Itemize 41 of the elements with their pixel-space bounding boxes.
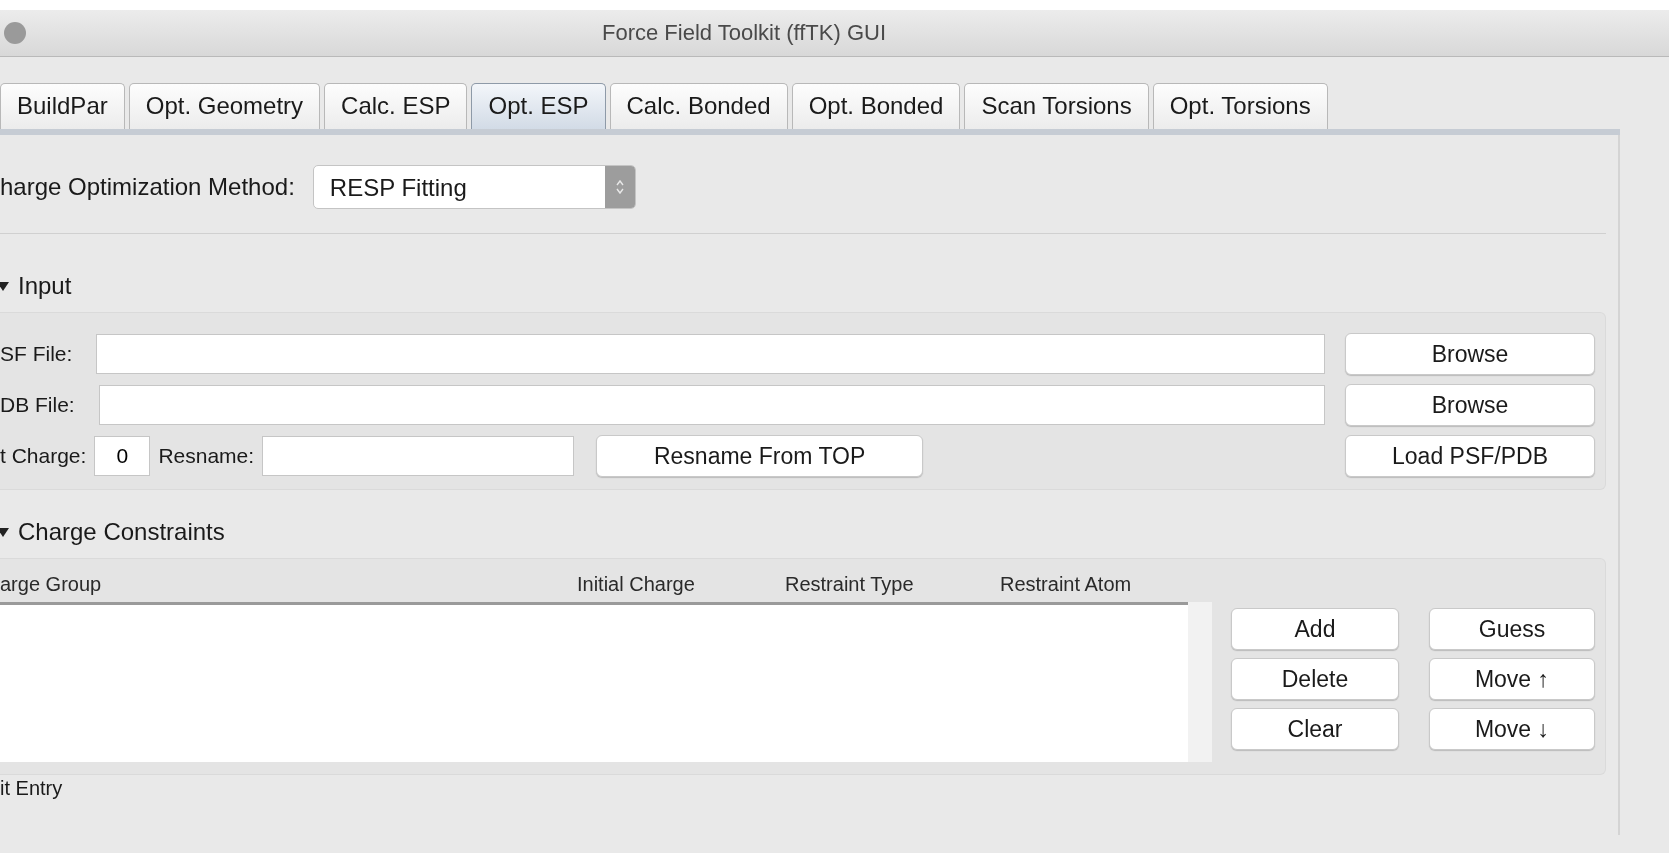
table-action-button[interactable]: Move ↑ <box>1429 658 1595 700</box>
field-label: Resname: <box>158 444 255 468</box>
load-button[interactable]: Load PSF/PDB <box>1345 435 1595 477</box>
tab[interactable]: Opt. Torsions <box>1152 83 1328 129</box>
table-action-button[interactable]: Move ↓ <box>1429 708 1595 750</box>
window-title: Force Field Toolkit (ffTK) GUI <box>602 20 887 46</box>
column-header[interactable]: Restraint Type <box>785 573 1000 596</box>
method-label: harge Optimization Method: <box>0 173 295 201</box>
section-title: Input <box>18 272 72 300</box>
table-action-button[interactable]: Delete <box>1231 658 1399 700</box>
tab[interactable]: Calc. ESP <box>324 83 468 129</box>
tab[interactable]: Opt. ESP <box>471 83 606 129</box>
tab[interactable]: Scan Torsions <box>964 83 1149 129</box>
method-dropdown[interactable]: RESP Fitting <box>312 165 636 209</box>
file-path-field[interactable] <box>98 385 1325 425</box>
constraints-table[interactable] <box>0 602 1189 762</box>
resname-field[interactable] <box>262 436 575 476</box>
table-action-button[interactable]: Guess <box>1429 608 1595 650</box>
window-button[interactable] <box>4 22 26 44</box>
tab[interactable]: Opt. Geometry <box>128 83 321 129</box>
table-action-button[interactable]: Add <box>1231 608 1399 650</box>
field-label: DB File: <box>0 393 75 417</box>
disclosure-triangle-icon[interactable] <box>0 525 10 539</box>
tab[interactable]: Opt. Bonded <box>791 83 961 129</box>
disclosure-triangle-icon[interactable] <box>0 279 10 293</box>
field-label: t Charge: <box>0 444 87 468</box>
net-charge-field[interactable]: 0 <box>94 436 151 476</box>
column-header[interactable]: Initial Charge <box>577 573 785 596</box>
section-title: Charge Constraints <box>18 518 225 546</box>
tab[interactable]: BuildPar <box>0 83 125 129</box>
column-header[interactable]: Restraint Atom <box>1000 573 1132 596</box>
tab[interactable]: Calc. Bonded <box>609 83 788 129</box>
field-label: SF File: <box>0 342 73 366</box>
file-path-field[interactable] <box>96 334 1325 374</box>
resname-from-top-button[interactable]: Resname From TOP <box>596 435 924 477</box>
column-header[interactable]: arge Group <box>0 573 577 596</box>
browse-button[interactable]: Browse <box>1345 384 1595 426</box>
edit-entry-label: it Entry <box>0 777 64 800</box>
browse-button[interactable]: Browse <box>1345 333 1595 375</box>
table-action-button[interactable]: Clear <box>1231 708 1399 750</box>
stepper-icon <box>614 178 625 196</box>
